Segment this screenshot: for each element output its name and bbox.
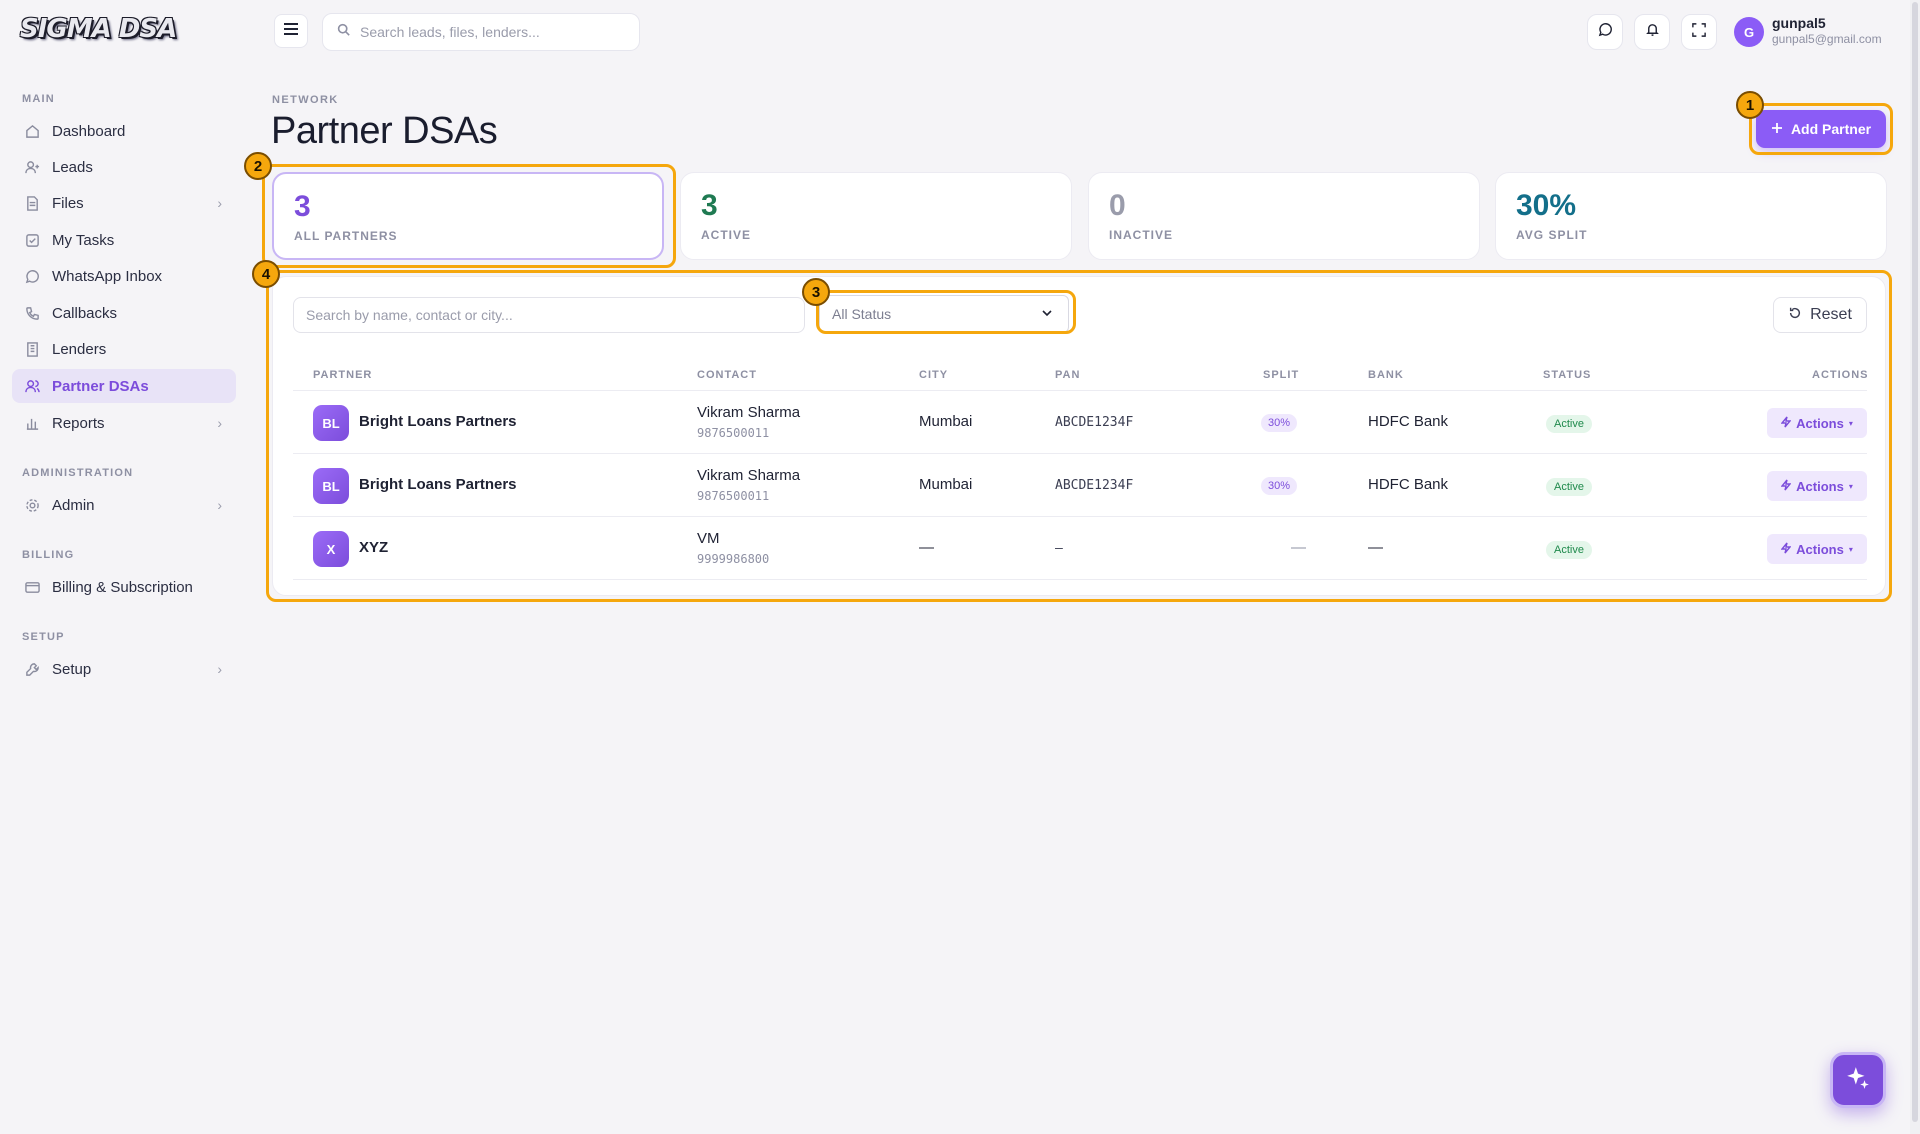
whatsapp-button[interactable] xyxy=(1587,14,1623,50)
stat-value: 0 xyxy=(1109,189,1126,222)
global-search-input[interactable] xyxy=(360,24,620,40)
whatsapp-icon xyxy=(24,268,40,284)
stat-card-inactive[interactable]: 0 INACTIVE xyxy=(1088,172,1480,260)
sidebar-item-label: Setup xyxy=(52,660,92,678)
annotation-marker-1: 1 xyxy=(1736,91,1764,119)
wrench-icon xyxy=(24,661,40,677)
gear-icon xyxy=(24,497,40,513)
sidebar-item-setup[interactable]: Setup › xyxy=(12,652,236,686)
global-search[interactable] xyxy=(322,13,640,51)
annotation-marker-4: 4 xyxy=(252,260,280,288)
ai-assistant-button[interactable] xyxy=(1830,1052,1886,1108)
nav-section-setup: SETUP xyxy=(22,631,65,643)
sidebar-item-label: Files xyxy=(52,194,84,212)
hamburger-icon xyxy=(283,22,299,41)
nav-section-main: MAIN xyxy=(22,93,55,105)
stat-label: ACTIVE xyxy=(701,228,752,242)
scrollbar-thumb[interactable] xyxy=(1912,2,1918,1122)
sidebar-item-whatsapp-inbox[interactable]: WhatsApp Inbox xyxy=(12,259,236,293)
file-icon xyxy=(24,195,40,211)
search-icon xyxy=(337,23,350,41)
sidebar-item-label: WhatsApp Inbox xyxy=(52,267,163,285)
chevron-right-icon: › xyxy=(217,497,222,513)
sparkle-icon xyxy=(1845,1065,1871,1096)
credit-card-icon xyxy=(24,579,40,595)
sidebar-item-admin[interactable]: Admin › xyxy=(12,488,236,522)
breadcrumb: NETWORK xyxy=(272,94,339,106)
annotation-marker-2: 2 xyxy=(244,152,272,180)
sidebar-item-my-tasks[interactable]: My Tasks xyxy=(12,223,236,257)
sidebar-item-label: Callbacks xyxy=(52,304,118,322)
app-logo[interactable]: SIGMA DSA xyxy=(20,14,177,44)
stat-card-avg-split[interactable]: 30% AVG SPLIT xyxy=(1495,172,1887,260)
chevron-right-icon: › xyxy=(217,195,222,211)
bell-icon xyxy=(1645,22,1660,42)
highlight-table xyxy=(266,270,1892,602)
stat-value: 30% xyxy=(1516,189,1577,222)
chevron-right-icon: › xyxy=(217,415,222,431)
whatsapp-icon xyxy=(1598,22,1613,42)
stat-label: INACTIVE xyxy=(1109,228,1174,242)
nav-section-billing: BILLING xyxy=(22,549,75,561)
sidebar-item-label: My Tasks xyxy=(52,231,115,249)
notifications-button[interactable] xyxy=(1634,14,1670,50)
page-title: Partner DSAs xyxy=(271,110,498,152)
sidebar-item-label: Reports xyxy=(52,414,105,432)
user-name[interactable]: gunpal5 xyxy=(1772,15,1826,31)
sidebar-item-callbacks[interactable]: Callbacks xyxy=(12,296,236,330)
building-icon xyxy=(24,341,40,357)
sidebar-item-files[interactable]: Files › xyxy=(12,186,236,220)
stat-label: AVG SPLIT xyxy=(1516,228,1588,242)
sidebar-item-partner-dsas[interactable]: Partner DSAs xyxy=(12,369,236,403)
bar-chart-icon xyxy=(24,415,40,431)
nav-section-administration: ADMINISTRATION xyxy=(22,467,134,479)
home-icon xyxy=(24,123,40,139)
sidebar-item-lenders[interactable]: Lenders xyxy=(12,332,236,366)
user-email: gunpal5@gmail.com xyxy=(1772,32,1882,46)
sidebar-item-label: Billing & Subscription xyxy=(52,578,193,596)
highlight-add-partner xyxy=(1749,103,1893,155)
fullscreen-button[interactable] xyxy=(1681,14,1717,50)
sidebar-item-label: Partner DSAs xyxy=(52,377,149,395)
sidebar: SIGMA DSA MAIN Dashboard Leads Files › M… xyxy=(0,0,248,1134)
chevron-right-icon: › xyxy=(217,661,222,677)
fullscreen-icon xyxy=(1692,22,1706,42)
sidebar-item-label: Lenders xyxy=(52,340,107,358)
sidebar-item-billing[interactable]: Billing & Subscription xyxy=(12,570,236,604)
phone-icon xyxy=(24,305,40,321)
users-icon xyxy=(24,378,40,394)
user-plus-icon xyxy=(24,159,40,175)
sidebar-item-label: Dashboard xyxy=(52,122,126,140)
sidebar-item-leads[interactable]: Leads xyxy=(12,150,236,184)
stat-value: 3 xyxy=(701,189,718,222)
avatar[interactable]: G xyxy=(1734,17,1764,47)
sidebar-item-reports[interactable]: Reports › xyxy=(12,406,236,440)
sidebar-item-dashboard[interactable]: Dashboard xyxy=(12,114,236,148)
highlight-stat-card xyxy=(262,164,676,268)
menu-toggle-button[interactable] xyxy=(274,14,308,48)
sidebar-item-label: Leads xyxy=(52,158,93,176)
checkbox-icon xyxy=(24,232,40,248)
annotation-marker-3: 3 xyxy=(802,278,830,306)
stat-card-active[interactable]: 3 ACTIVE xyxy=(680,172,1072,260)
sidebar-item-label: Admin xyxy=(52,496,95,514)
